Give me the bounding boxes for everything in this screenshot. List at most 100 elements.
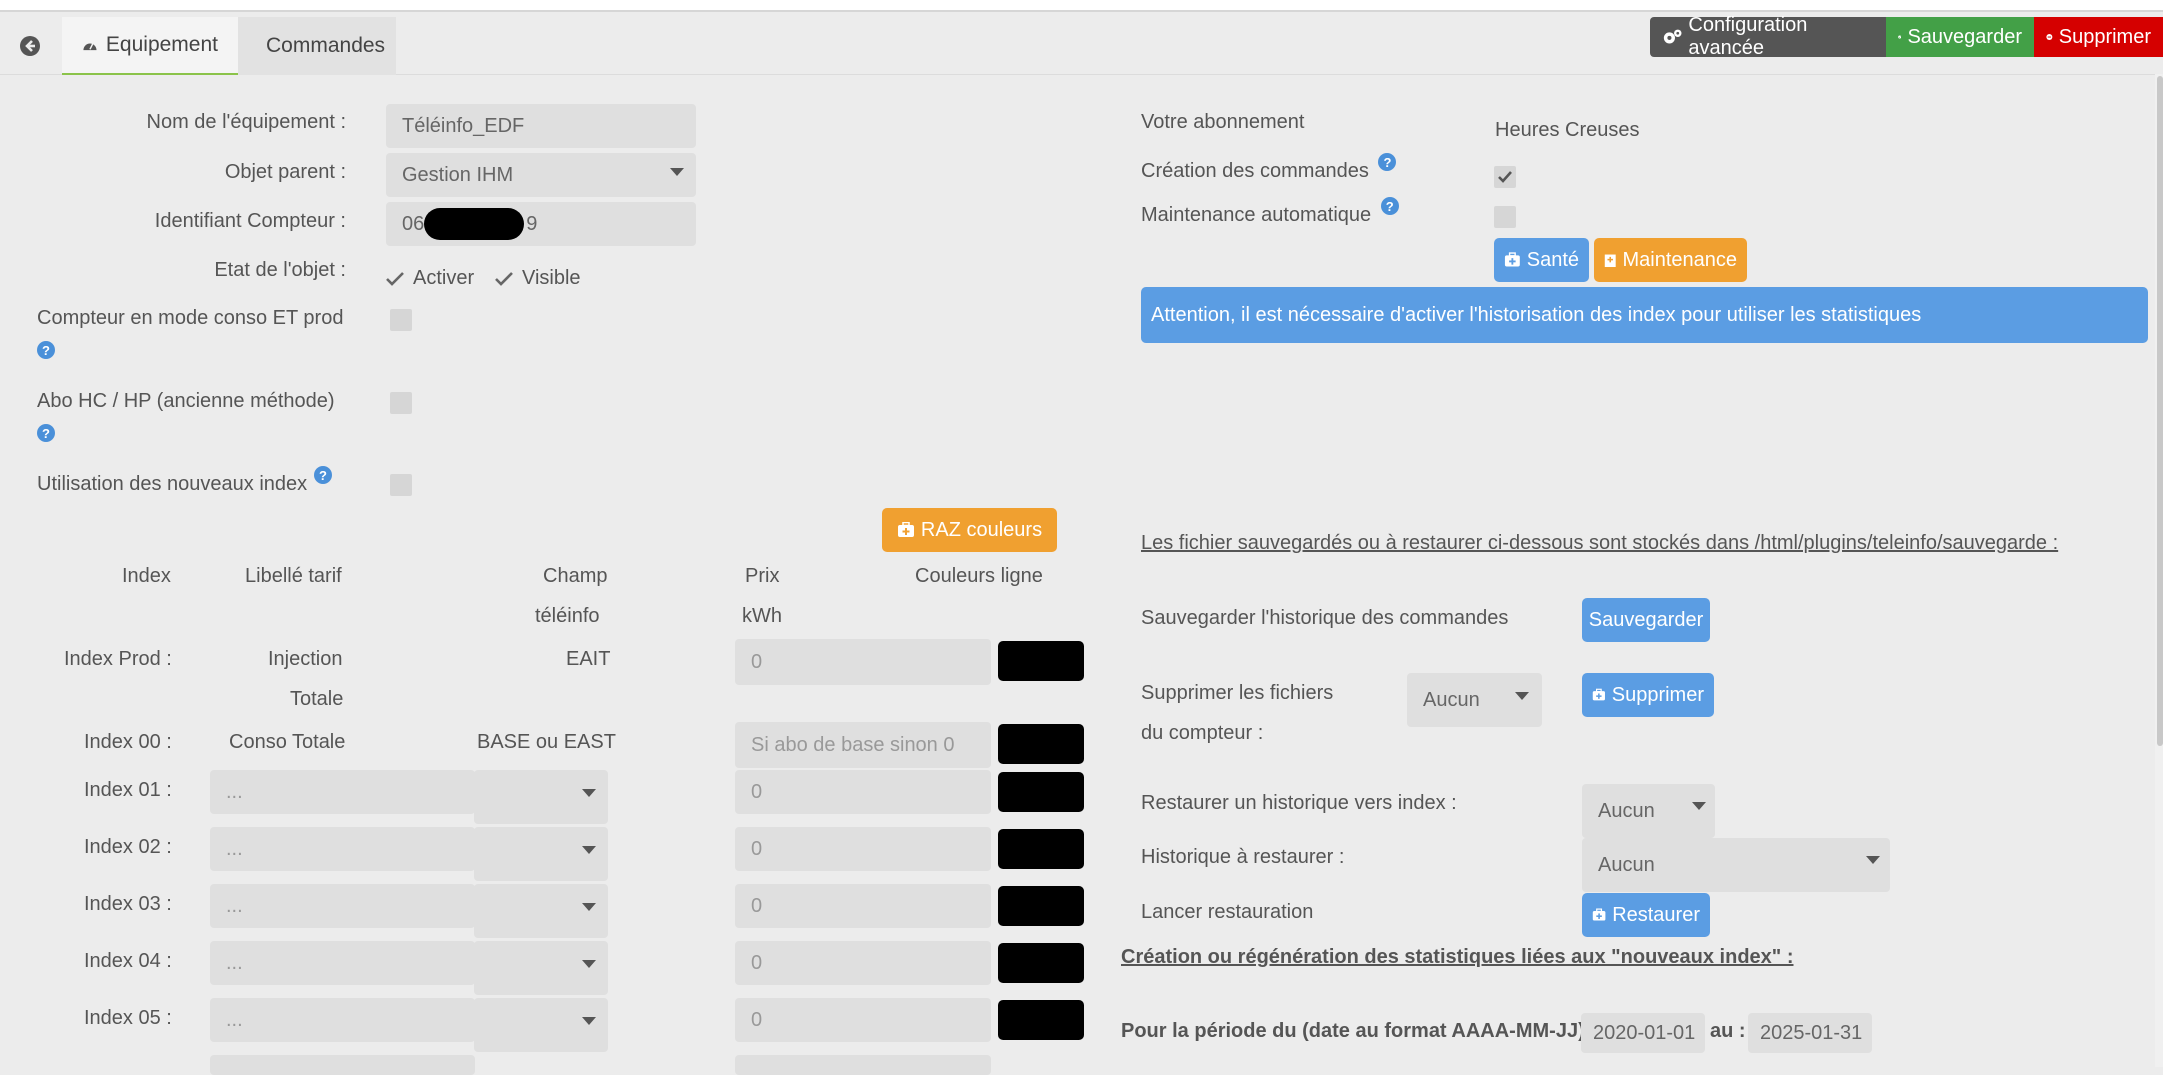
- history-select[interactable]: Aucun: [1582, 838, 1890, 892]
- delete-files-value: Aucun: [1423, 688, 1480, 711]
- creation-label: Création des commandes ?: [1141, 153, 1397, 183]
- help-icon[interactable]: ?: [314, 466, 332, 484]
- champ-select[interactable]: [474, 770, 608, 824]
- tab-equipement-label: Equipement: [105, 33, 218, 56]
- color-swatch[interactable]: [998, 1000, 1084, 1040]
- cogs-icon: [1663, 29, 1682, 44]
- prix-input[interactable]: 0: [735, 941, 991, 985]
- chevron-down-icon: [582, 960, 596, 968]
- champ-select[interactable]: [474, 827, 608, 881]
- row-label: Index 04 :: [84, 950, 172, 972]
- help-icon[interactable]: ?: [37, 341, 55, 359]
- libelle-input[interactable]: ...: [210, 884, 475, 928]
- medkit-icon: [1504, 252, 1520, 267]
- conso-prod-checkbox[interactable]: [390, 309, 412, 331]
- libelle-input[interactable]: ...: [210, 770, 475, 814]
- prod-prix-input[interactable]: 0: [735, 639, 991, 685]
- visible-checkbox[interactable]: Visible: [494, 267, 581, 290]
- tab-commandes-label: Commandes: [266, 34, 386, 57]
- prix-input[interactable]: 0: [735, 770, 991, 814]
- prix-input[interactable]: 0: [735, 827, 991, 871]
- hospital-icon: [1604, 254, 1616, 268]
- maintenance-checkbox[interactable]: [1494, 206, 1516, 228]
- maintenance-button[interactable]: Maintenance: [1594, 238, 1747, 282]
- activer-label: Activer: [413, 267, 475, 289]
- libelle-input[interactable]: ...: [210, 998, 475, 1042]
- advanced-config-button[interactable]: Configuration avancée: [1650, 14, 1886, 59]
- nom-input[interactable]: Téléinfo_EDF: [386, 104, 696, 148]
- tab-commandes[interactable]: Commandes: [238, 17, 396, 75]
- libelle-input[interactable]: ...: [210, 941, 475, 985]
- chevron-down-icon: [582, 846, 596, 854]
- prod-champ: EAIT: [566, 648, 611, 670]
- maintenance-label: Maintenance automatique ?: [1141, 197, 1399, 227]
- raz-couleurs-button[interactable]: RAZ couleurs: [882, 508, 1057, 552]
- stats-title: Création ou régénération des statistique…: [1121, 946, 1794, 968]
- activer-checkbox[interactable]: Activer: [385, 267, 474, 290]
- medkit-icon: [1592, 688, 1605, 701]
- nouveaux-label: Utilisation des nouveaux index: [37, 473, 308, 495]
- creation-checkbox[interactable]: [1494, 166, 1516, 188]
- creation-text: Création des commandes: [1141, 160, 1369, 182]
- libelle-input-partial[interactable]: [210, 1055, 475, 1075]
- prod-lib-1: Injection: [268, 648, 343, 670]
- maintenance-btn-label: Maintenance: [1622, 248, 1737, 271]
- back-button[interactable]: [6, 20, 54, 72]
- tab-equipement[interactable]: Equipement: [62, 17, 238, 75]
- i00-champ: BASE ou EAST: [477, 731, 616, 753]
- compteur-input[interactable]: 06 9: [386, 202, 696, 246]
- sante-button[interactable]: Santé: [1494, 238, 1589, 282]
- header-libelle: Libellé tarif: [245, 565, 342, 587]
- libelle-input[interactable]: ...: [210, 827, 475, 871]
- au-label: au :: [1710, 1020, 1746, 1042]
- prix-input[interactable]: 0: [735, 998, 991, 1042]
- color-swatch[interactable]: [998, 772, 1084, 812]
- champ-select[interactable]: [474, 884, 608, 938]
- delete-files-button[interactable]: Supprimer: [1582, 673, 1714, 717]
- help-icon[interactable]: ?: [37, 424, 55, 442]
- medkit-icon: [1592, 908, 1606, 921]
- help-icon[interactable]: ?: [1380, 197, 1399, 215]
- save-history-button[interactable]: Sauvegarder: [1582, 598, 1710, 642]
- row-label: Index 05 :: [84, 1007, 172, 1029]
- prix-input-partial[interactable]: [735, 1055, 991, 1075]
- objet-select[interactable]: Gestion IHM: [386, 153, 696, 197]
- header-prix: Prix: [745, 565, 780, 587]
- champ-select[interactable]: [474, 998, 608, 1052]
- abo-checkbox[interactable]: [390, 392, 412, 414]
- delete-files-select[interactable]: Aucun: [1407, 673, 1542, 727]
- champ-select[interactable]: [474, 941, 608, 995]
- check-icon: [1498, 171, 1512, 183]
- nouveaux-checkbox[interactable]: [390, 474, 412, 496]
- restore-label: Restaurer un historique vers index :: [1141, 792, 1457, 814]
- chevron-down-icon: [670, 168, 684, 176]
- delete-button[interactable]: Supprimer: [2034, 17, 2163, 57]
- dashboard-icon: [83, 43, 97, 51]
- color-swatch[interactable]: [998, 829, 1084, 869]
- header-teleinfo: téléinfo: [535, 605, 600, 627]
- restore-button[interactable]: Restaurer: [1582, 893, 1710, 937]
- alert-text: Attention, il est nécessaire d'activer l…: [1151, 303, 1922, 326]
- prix-input[interactable]: 0: [735, 884, 991, 928]
- compteur-label: Identifiant Compteur :: [154, 210, 346, 232]
- i00-label: Index 00 :: [84, 731, 172, 753]
- etat-label: Etat de l'objet :: [214, 259, 346, 281]
- check-icon: [386, 271, 404, 286]
- save-button[interactable]: Sauvegarder: [1886, 17, 2034, 57]
- delete-files-label-1: Supprimer les fichiers: [1141, 682, 1334, 704]
- color-swatch[interactable]: [998, 886, 1084, 926]
- history-value: Aucun: [1598, 853, 1655, 876]
- color-swatch[interactable]: [998, 943, 1084, 983]
- i00-prix-input[interactable]: Si abo de base sinon 0: [735, 722, 991, 768]
- delete-files-btn-label: Supprimer: [1611, 683, 1704, 706]
- color-swatch[interactable]: [998, 641, 1084, 681]
- compteur-suffix: 9: [526, 212, 538, 235]
- medkit-icon: [897, 522, 914, 537]
- restore-select[interactable]: Aucun: [1582, 784, 1715, 838]
- color-swatch[interactable]: [998, 724, 1084, 764]
- scrollbar-thumb[interactable]: [2157, 76, 2163, 746]
- abonnement-label: Votre abonnement: [1141, 111, 1305, 133]
- help-icon[interactable]: ?: [1378, 153, 1397, 171]
- date-from-input[interactable]: 2020-01-01: [1581, 1013, 1705, 1053]
- date-to-input[interactable]: 2025-01-31: [1748, 1013, 1872, 1053]
